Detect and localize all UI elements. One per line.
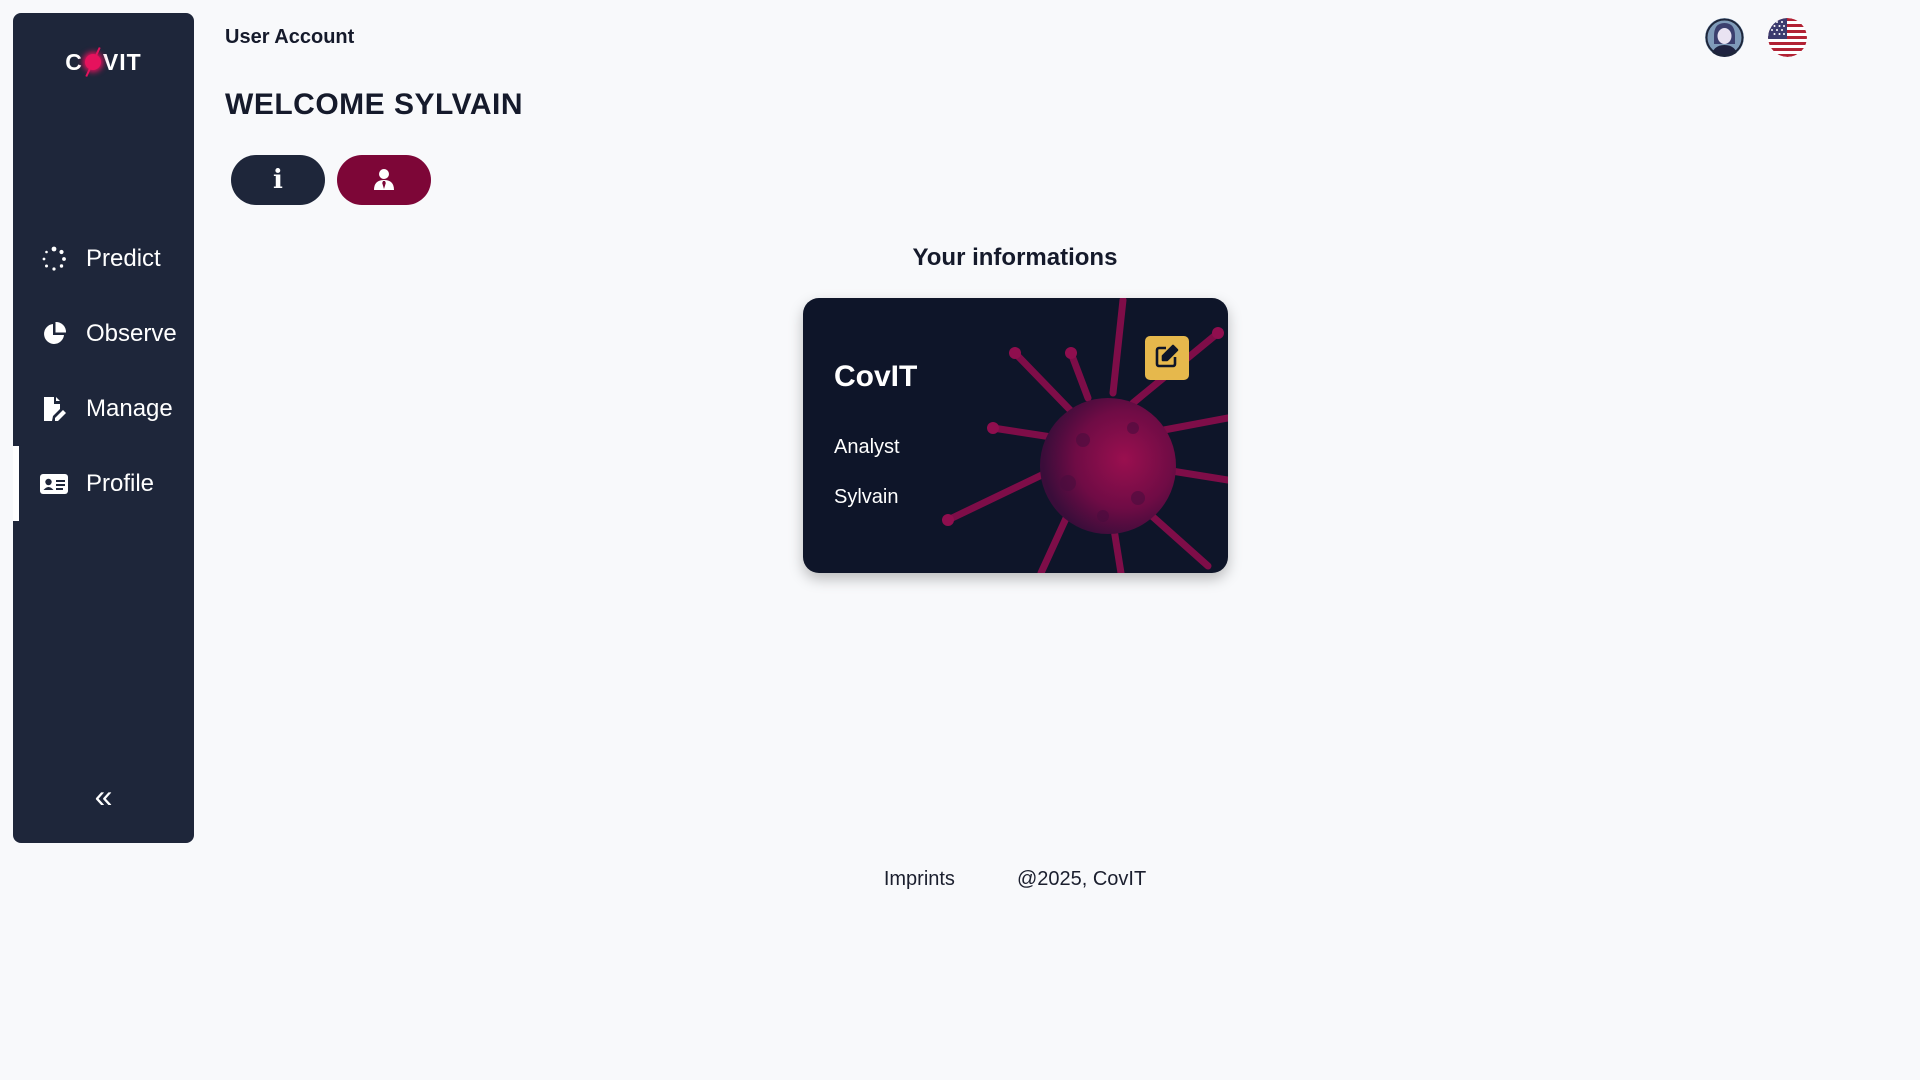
logo-text-left: C — [65, 49, 83, 75]
sidebar-item-observe[interactable]: Observe — [13, 296, 194, 371]
profile-tabs: i — [231, 155, 431, 205]
sidebar-item-profile[interactable]: Profile — [13, 446, 194, 521]
sidebar-item-label: Observe — [86, 319, 177, 347]
logo-text-right: VIT — [102, 49, 142, 75]
section-title: Your informations — [912, 244, 1118, 271]
file-edit-icon — [40, 395, 68, 423]
virus-logo-icon — [83, 52, 103, 72]
tab-user[interactable] — [337, 155, 431, 205]
language-selector[interactable] — [1768, 18, 1807, 57]
avatar-icon — [1705, 18, 1744, 57]
copyright-text: @2025, CovIT — [1016, 868, 1147, 890]
user-info-card: CovIT Analyst Sylvain — [803, 298, 1228, 573]
info-icon: i — [273, 165, 283, 195]
edit-icon — [1154, 343, 1180, 374]
app-logo[interactable]: C VIT — [13, 49, 194, 76]
edit-profile-button[interactable] — [1145, 336, 1189, 380]
card-brand: CovIT — [834, 360, 918, 393]
footer: Imprints @2025, CovIT — [0, 868, 1920, 891]
breadcrumb: User Account — [225, 26, 355, 48]
us-flag-icon — [1768, 18, 1807, 57]
sidebar-item-label: Profile — [86, 469, 155, 497]
user-tie-icon — [373, 168, 395, 193]
imprints-link[interactable]: Imprints — [884, 868, 955, 891]
top-right-actions — [1705, 18, 1807, 57]
id-card-icon — [40, 470, 68, 498]
user-name: Sylvain — [834, 486, 899, 508]
collapse-sidebar-button[interactable]: « — [13, 778, 194, 815]
sidebar-item-label: Manage — [86, 394, 173, 422]
pie-chart-icon — [40, 320, 68, 348]
page-title: WELCOME SYLVAIN — [225, 88, 524, 121]
user-role: Analyst — [834, 436, 900, 458]
avatar[interactable] — [1705, 18, 1744, 57]
sidebar-item-manage[interactable]: Manage — [13, 371, 194, 446]
tab-info[interactable]: i — [231, 155, 325, 205]
sidebar: C VIT Predict Observe Manage Profile « — [13, 13, 194, 843]
